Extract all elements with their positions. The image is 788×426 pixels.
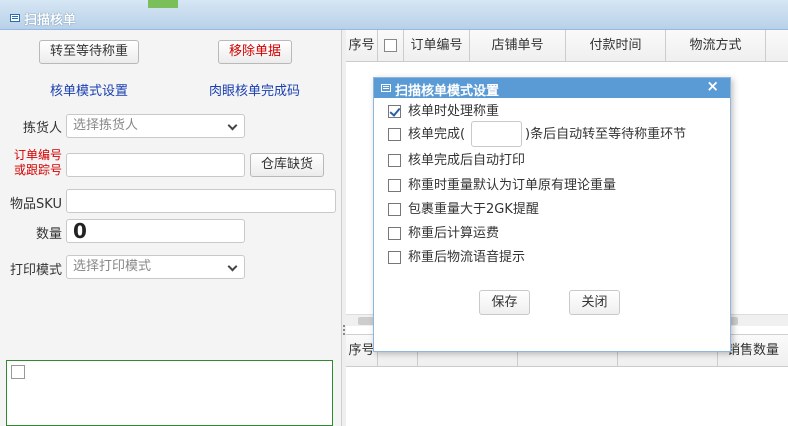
dialog-titlebar: 扫描核单模式设置 ×: [374, 77, 730, 99]
col-index[interactable]: 序号: [346, 30, 378, 62]
picker-select[interactable]: 选择拣货人: [66, 114, 245, 138]
col-select-all[interactable]: [378, 30, 404, 62]
option-label: 称重后计算运费: [408, 226, 500, 241]
col-store-order[interactable]: 店铺单号: [470, 30, 566, 62]
option-label: 核单完成后自动打印: [408, 153, 526, 168]
option-checkbox[interactable]: [388, 203, 401, 216]
option-checkbox[interactable]: [388, 154, 401, 167]
option-label: 核单时处理称重: [408, 104, 500, 119]
print-mode-label: 打印模式: [10, 263, 63, 278]
picker-label: 拣货人: [22, 121, 62, 136]
option-label: 称重时重量默认为订单原有理论重量: [408, 178, 617, 193]
col-shipping-method[interactable]: 物流方式: [666, 30, 766, 62]
option-checkbox[interactable]: [388, 128, 401, 141]
select-all-checkbox[interactable]: [384, 39, 397, 52]
quantity-field[interactable]: 0: [66, 219, 245, 243]
close-button[interactable]: 关闭: [569, 290, 620, 315]
chevron-down-icon: [227, 261, 238, 272]
close-icon[interactable]: ×: [706, 77, 719, 95]
option-label-after: )条后自动转至等待称重环节: [525, 127, 687, 142]
select-checkbox[interactable]: [11, 365, 25, 379]
scan-mode-settings-dialog: 扫描核单模式设置 × 核单时处理称重 核单完成( )条后自动转至等待称重环节 核…: [373, 77, 731, 352]
order-number-label-line2: 或跟踪号: [14, 163, 63, 177]
chevron-down-icon: [227, 120, 238, 131]
order-number-input[interactable]: [66, 153, 245, 177]
col-order-number[interactable]: 订单编号: [404, 30, 470, 62]
print-mode-select[interactable]: 选择打印模式: [66, 255, 245, 279]
transfer-to-weigh-button[interactable]: 转至等待称重: [39, 40, 139, 64]
save-button[interactable]: 保存: [479, 290, 530, 315]
option-checkbox[interactable]: [388, 105, 401, 118]
remove-order-button[interactable]: 移除单据: [218, 40, 292, 64]
visual-check-code-link[interactable]: 肉眼核单完成码: [209, 80, 300, 99]
orders-grid-header: 序号 订单编号 店铺单号 付款时间 物流方式: [346, 30, 788, 62]
option-checkbox[interactable]: [388, 179, 401, 192]
dialog-title: 扫描核单模式设置: [395, 84, 500, 99]
window-icon: [10, 14, 20, 22]
sku-input[interactable]: [66, 189, 336, 213]
option-checkbox[interactable]: [388, 251, 401, 264]
order-count-input[interactable]: [471, 121, 522, 147]
titlebar-accent-strip: [148, 0, 178, 8]
window-title: 扫描核单: [24, 13, 77, 28]
print-mode-select-value: 选择打印模式: [73, 259, 152, 274]
warehouse-stockout-button[interactable]: 仓库缺货: [250, 153, 324, 177]
scanned-items-box: [6, 360, 333, 426]
splitter-grip-icon: [343, 325, 345, 335]
sku-label: 物品SKU: [10, 197, 62, 212]
option-label-before: 核单完成(: [408, 127, 466, 142]
mode-settings-link[interactable]: 核单模式设置: [50, 80, 128, 99]
order-number-label: 订单编号 或跟踪号: [14, 148, 62, 178]
window-titlebar: 扫描核单: [0, 0, 788, 30]
picker-select-value: 选择拣货人: [73, 118, 139, 133]
option-label: 称重后物流语音提示: [408, 250, 526, 265]
option-label: 包裹重量大于2GK提醒: [408, 202, 539, 217]
col-payment-time[interactable]: 付款时间: [566, 30, 666, 62]
window-icon: [381, 84, 391, 92]
quantity-label: 数量: [35, 227, 62, 242]
option-checkbox[interactable]: [388, 227, 401, 240]
order-number-label-line1: 订单编号: [14, 148, 63, 162]
